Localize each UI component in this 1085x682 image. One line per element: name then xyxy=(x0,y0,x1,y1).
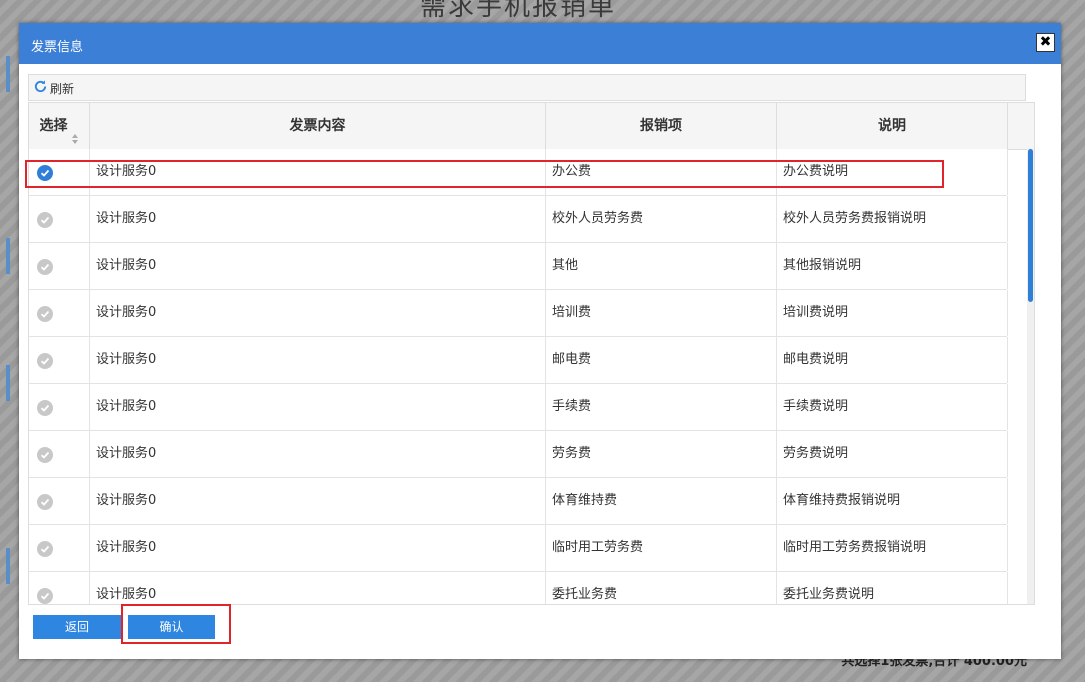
expense-item-cell: 邮电费 xyxy=(546,337,777,383)
select-cell xyxy=(29,290,90,336)
select-cell xyxy=(29,337,90,383)
invoice-content-cell: 设计服务0 xyxy=(90,196,546,242)
row-checkmark-icon[interactable] xyxy=(37,306,53,322)
toolbar: 刷新 xyxy=(28,74,1026,101)
select-cell xyxy=(29,478,90,524)
row-checkmark-icon[interactable] xyxy=(37,541,53,557)
column-header-description: 说明 xyxy=(777,103,1008,149)
column-header-invoice-content: 发票内容 xyxy=(90,103,546,149)
refresh-button[interactable]: 刷新 xyxy=(33,79,74,97)
row-checkmark-icon[interactable] xyxy=(37,494,53,510)
description-cell: 临时用工劳务费报销说明 xyxy=(777,525,1008,571)
invoice-content-cell: 设计服务0 xyxy=(90,525,546,571)
dialog-header: 发票信息 ✖ xyxy=(19,23,1061,64)
row-checkmark-icon[interactable] xyxy=(37,588,53,604)
description-cell: 委托业务费说明 xyxy=(777,572,1008,604)
column-header-select[interactable]: 选择 xyxy=(29,103,90,149)
table-row[interactable]: 设计服务0 校外人员劳务费 校外人员劳务费报销说明 xyxy=(29,196,1008,243)
description-cell: 体育维持费报销说明 xyxy=(777,478,1008,524)
table-row[interactable]: 设计服务0 劳务费 劳务费说明 xyxy=(29,431,1008,478)
invoice-info-dialog: 发票信息 ✖ 刷新 选择 发票内容 报销项 说明 设计服务0 办公费 办公费说明… xyxy=(19,23,1061,659)
row-checkmark-icon[interactable] xyxy=(37,447,53,463)
sort-icon[interactable] xyxy=(71,118,79,144)
invoice-table: 选择 发票内容 报销项 说明 设计服务0 办公费 办公费说明 设计服务0 校外人员劳务费… xyxy=(28,102,1035,605)
column-header-expense-item: 报销项 xyxy=(546,103,777,149)
scrollbar-thumb[interactable] xyxy=(1028,149,1033,302)
back-button[interactable]: 返回 xyxy=(33,615,121,639)
row-checkmark-icon[interactable] xyxy=(37,400,53,416)
expense-item-cell: 临时用工劳务费 xyxy=(546,525,777,571)
expense-item-cell: 体育维持费 xyxy=(546,478,777,524)
table-row[interactable]: 设计服务0 培训费 培训费说明 xyxy=(29,290,1008,337)
description-cell: 邮电费说明 xyxy=(777,337,1008,383)
select-cell xyxy=(29,149,90,195)
table-row[interactable]: 设计服务0 体育维持费 体育维持费报销说明 xyxy=(29,478,1008,525)
description-cell: 培训费说明 xyxy=(777,290,1008,336)
expense-item-cell: 劳务费 xyxy=(546,431,777,477)
refresh-icon xyxy=(33,79,50,97)
select-cell xyxy=(29,431,90,477)
expense-item-cell: 委托业务费 xyxy=(546,572,777,604)
expense-item-cell: 其他 xyxy=(546,243,777,289)
confirm-button[interactable]: 确认 xyxy=(128,615,215,639)
invoice-content-cell: 设计服务0 xyxy=(90,243,546,289)
invoice-content-cell: 设计服务0 xyxy=(90,431,546,477)
background-section-marker xyxy=(6,548,10,584)
row-checkmark-icon[interactable] xyxy=(37,353,53,369)
select-cell xyxy=(29,196,90,242)
invoice-content-cell: 设计服务0 xyxy=(90,337,546,383)
row-checkmark-icon[interactable] xyxy=(37,259,53,275)
invoice-content-cell: 设计服务0 xyxy=(90,478,546,524)
close-icon[interactable]: ✖ xyxy=(1036,33,1055,52)
table-row[interactable]: 设计服务0 委托业务费 委托业务费说明 xyxy=(29,572,1008,604)
invoice-content-cell: 设计服务0 xyxy=(90,384,546,430)
table-header: 选择 发票内容 报销项 说明 xyxy=(29,103,1034,150)
expense-item-cell: 办公费 xyxy=(546,149,777,195)
select-cell xyxy=(29,384,90,430)
row-checkmark-icon[interactable] xyxy=(37,212,53,228)
invoice-content-cell: 设计服务0 xyxy=(90,290,546,336)
invoice-content-cell: 设计服务0 xyxy=(90,149,546,195)
select-cell xyxy=(29,525,90,571)
expense-item-cell: 校外人员劳务费 xyxy=(546,196,777,242)
table-row[interactable]: 设计服务0 邮电费 邮电费说明 xyxy=(29,337,1008,384)
background-section-marker xyxy=(6,56,10,92)
expense-item-cell: 培训费 xyxy=(546,290,777,336)
dialog-title: 发票信息 xyxy=(31,40,84,55)
refresh-label: 刷新 xyxy=(50,81,75,96)
description-cell: 办公费说明 xyxy=(777,149,1008,195)
table-row[interactable]: 设计服务0 办公费 办公费说明 xyxy=(29,149,1008,196)
background-section-marker xyxy=(6,365,10,401)
expense-item-cell: 手续费 xyxy=(546,384,777,430)
select-cell xyxy=(29,572,90,604)
table-row[interactable]: 设计服务0 临时用工劳务费 临时用工劳务费报销说明 xyxy=(29,525,1008,572)
table-row[interactable]: 设计服务0 其他 其他报销说明 xyxy=(29,243,1008,290)
description-cell: 手续费说明 xyxy=(777,384,1008,430)
background-page-title: 需求手机报销单 xyxy=(420,0,617,22)
row-checkmark-icon[interactable] xyxy=(37,165,53,181)
select-cell xyxy=(29,243,90,289)
invoice-content-cell: 设计服务0 xyxy=(90,572,546,604)
description-cell: 校外人员劳务费报销说明 xyxy=(777,196,1008,242)
background-section-marker xyxy=(6,238,10,274)
description-cell: 劳务费说明 xyxy=(777,431,1008,477)
table-row[interactable]: 设计服务0 手续费 手续费说明 xyxy=(29,384,1008,431)
description-cell: 其他报销说明 xyxy=(777,243,1008,289)
